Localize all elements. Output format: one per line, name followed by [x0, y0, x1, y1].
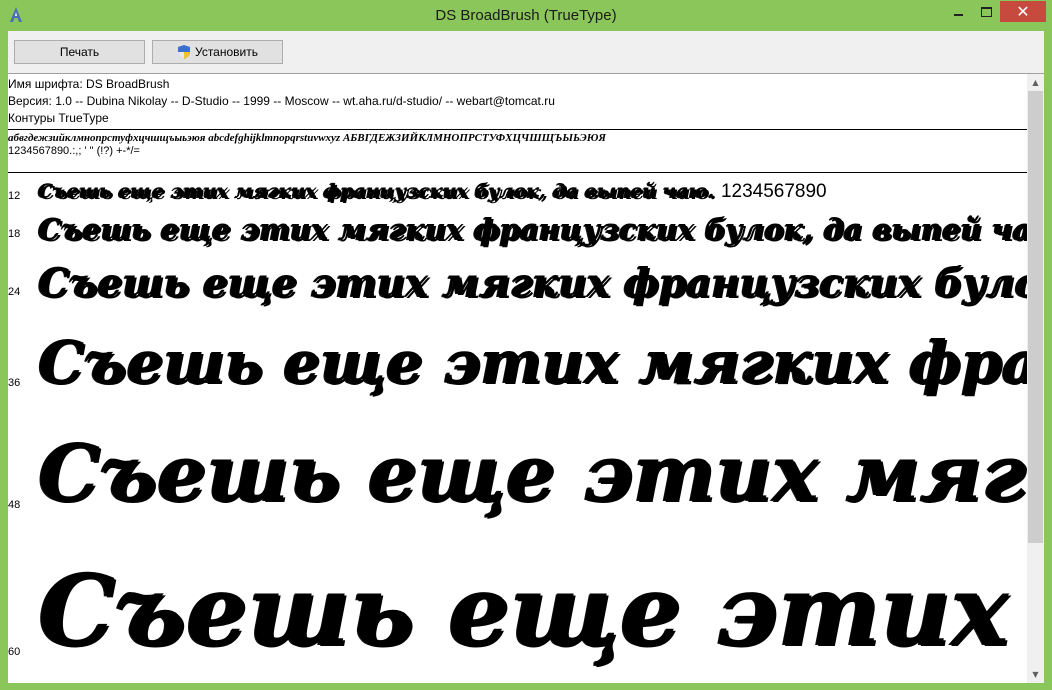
sample-text: Съешь еще этих мягких французских булок,… [38, 180, 827, 203]
font-name: Имя шрифта: DS BroadBrush [8, 77, 170, 91]
font-outline-type: Контуры TrueType [8, 111, 109, 125]
minimize-icon [954, 13, 963, 16]
divider-top [8, 129, 1028, 130]
sample-size-label: 18 [8, 228, 21, 240]
charset-digits: 1234567890.:,; ' " (!?) +-*/= [8, 145, 140, 157]
sample-size-label: 36 [8, 377, 21, 389]
sample-phrase: Съешь еще этих мягких французских булок,… [38, 180, 715, 202]
scroll-down-button[interactable]: ▼ [1027, 666, 1044, 683]
font-info: Имя шрифта: DS BroadBrush Версия: 1.0 --… [8, 76, 555, 127]
vertical-scrollbar[interactable]: ▲ ▼ [1027, 74, 1044, 683]
sample-text: Съешь еще этих мягких французских булок,… [38, 212, 1028, 246]
print-button[interactable]: Печать [14, 40, 145, 64]
title-bar[interactable]: DS BroadBrush (TrueType) ✕ [0, 0, 1052, 32]
chevron-down-icon: ▼ [1032, 670, 1039, 679]
window-title: DS BroadBrush (TrueType) [435, 7, 617, 24]
sample-size-label: 12 [8, 190, 21, 202]
sample-digits: 1234567890 [720, 181, 827, 202]
sample-size-label: 60 [8, 646, 21, 658]
uac-shield-icon [178, 45, 190, 59]
font-version: Версия: 1.0 -- Dubina Nikolay -- D-Studi… [8, 94, 555, 108]
sample-row: 36 Съешь еще этих мягких французских [8, 322, 1028, 418]
sample-row: 48 Съешь еще этих мягких [8, 418, 1028, 543]
sample-row: 60 Съешь еще этих [8, 543, 1028, 683]
sample-text: Съешь еще этих мягких французских [38, 328, 1028, 396]
sample-text: Съешь еще этих [38, 553, 1009, 667]
install-button-label: Установить [195, 45, 258, 59]
maximize-icon [981, 6, 992, 17]
charset-letters: абвгдежзийклмнопрстуфхцчшщъыьэюя abcdefg… [8, 132, 606, 144]
divider-bottom [8, 172, 1028, 173]
sample-size-label: 48 [8, 499, 21, 511]
sample-text: Съешь еще этих мягких [38, 428, 1028, 519]
sample-row: 18 Съешь еще этих мягких французских бул… [8, 210, 1028, 258]
close-icon: ✕ [1016, 1, 1030, 21]
install-button[interactable]: Установить [152, 40, 283, 64]
sample-row: 12 Съешь еще этих мягких французских бул… [8, 178, 1028, 210]
toolbar: Печать Установить [8, 31, 1044, 73]
sample-text: Съешь еще этих мягких французских булок [38, 260, 1028, 306]
font-preview-pane: Имя шрифта: DS BroadBrush Версия: 1.0 --… [8, 73, 1044, 683]
charset-preview: абвгдежзийклмнопрстуфхцчшщъыьэюя abcdefg… [8, 132, 606, 158]
font-viewer-window: DS BroadBrush (TrueType) ✕ Печать Устано… [0, 0, 1052, 690]
client-area: Печать Установить Имя шрифта: DS BroadBr… [8, 31, 1044, 683]
print-button-label: Печать [59, 45, 100, 59]
maximize-button[interactable] [973, 1, 1000, 22]
sample-row: 24 Съешь еще этих мягких французских бул… [8, 258, 1028, 322]
scroll-up-button[interactable]: ▲ [1027, 74, 1044, 91]
chevron-up-icon: ▲ [1032, 78, 1039, 87]
close-button[interactable]: ✕ [1000, 1, 1046, 22]
scroll-thumb[interactable] [1028, 91, 1043, 543]
sample-size-label: 24 [8, 286, 21, 298]
minimize-button[interactable] [944, 1, 973, 22]
